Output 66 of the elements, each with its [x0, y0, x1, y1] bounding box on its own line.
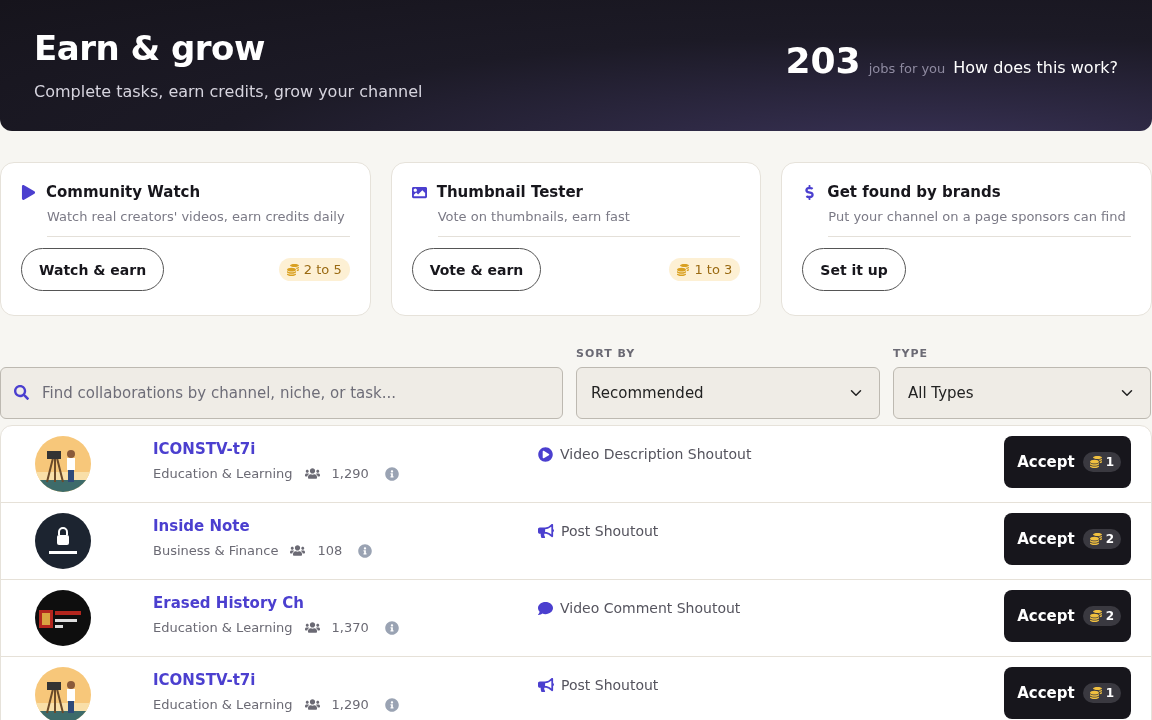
reward-badge: 2 to 5 [278, 258, 350, 281]
info-icon[interactable] [384, 697, 399, 712]
earn-button[interactable]: Set it up [802, 248, 906, 291]
niche-label: Education & Learning [153, 620, 293, 635]
subscriber-count: 108 [317, 543, 343, 558]
job-count-label: jobs for you [868, 61, 946, 76]
card-title: Thumbnail Tester [436, 183, 583, 201]
coins-icon [677, 263, 690, 276]
card-description: Vote on thumbnails, earn fast [437, 209, 741, 237]
earn-button[interactable]: Watch & earn [21, 248, 165, 291]
channel-link[interactable]: ICONSTV-t7i [153, 671, 256, 689]
search-field[interactable]: Find collaborations by channel, niche, or task... [0, 367, 563, 419]
coins-icon [1089, 533, 1102, 545]
sort-dropdown[interactable]: Recommended [576, 367, 880, 419]
job-count: 203 [785, 40, 861, 81]
type-label: TYPE [893, 347, 930, 360]
task-label: Video Description Shoutout [560, 446, 752, 462]
info-icon[interactable] [384, 620, 399, 635]
users-icon [290, 543, 306, 558]
coins-icon [286, 263, 299, 276]
users-icon [304, 466, 320, 481]
users-icon [304, 620, 320, 635]
coins-icon [1089, 687, 1102, 699]
search-icon [14, 385, 29, 400]
accept-button[interactable]: Accept 2 [1004, 513, 1131, 565]
credit-count: 2 [1105, 532, 1114, 546]
task-label: Post Shoutout [561, 677, 659, 693]
users-icon [304, 697, 320, 712]
speech-bubble-icon [538, 600, 553, 616]
megaphone-icon [538, 523, 554, 539]
credit-count: 1 [1105, 686, 1114, 700]
play-icon [21, 184, 36, 200]
credit-count: 2 [1105, 609, 1114, 623]
megaphone-icon [538, 677, 554, 693]
accept-button[interactable]: Accept 1 [1004, 436, 1131, 488]
card-description: Put your channel on a page sponsors can find [828, 209, 1131, 237]
page-subtitle: Complete tasks, earn credits, grow your channel [34, 82, 423, 101]
subscriber-count: 1,290 [331, 466, 369, 481]
credit-count: 1 [1105, 455, 1114, 469]
card-title: Get found by brands [827, 183, 1001, 201]
earn-button[interactable]: Vote & earn [411, 248, 542, 291]
channel-link[interactable]: ICONSTV-t7i [153, 440, 256, 458]
channel-link[interactable]: Erased History Ch [153, 594, 304, 612]
card-title: Community Watch [46, 183, 201, 201]
play-icon [538, 446, 553, 462]
niche-label: Education & Learning [153, 466, 293, 481]
coins-icon [1089, 610, 1102, 622]
channel-link[interactable]: Inside Note [153, 517, 250, 535]
accept-button[interactable]: Accept 1 [1004, 667, 1131, 719]
reward-badge: 1 to 3 [669, 258, 741, 281]
subscriber-count: 1,290 [331, 697, 369, 712]
sort-label: SORT BY [576, 347, 637, 360]
task-label: Video Comment Shoutout [560, 600, 741, 616]
coins-icon [1089, 456, 1102, 468]
help-link[interactable]: How does this work? [953, 58, 1118, 77]
info-icon[interactable] [384, 466, 399, 481]
niche-label: Business & Finance [153, 543, 279, 558]
info-icon[interactable] [358, 543, 373, 558]
accept-button[interactable]: Accept 2 [1004, 590, 1131, 642]
task-label: Post Shoutout [561, 523, 659, 539]
niche-label: Education & Learning [153, 697, 293, 712]
image-icon [411, 184, 427, 200]
page-title: Earn & grow [34, 28, 266, 68]
subscriber-count: 1,370 [331, 620, 369, 635]
card-description: Watch real creators' videos, earn credits daily [47, 209, 350, 237]
type-dropdown[interactable]: All Types [893, 367, 1151, 419]
